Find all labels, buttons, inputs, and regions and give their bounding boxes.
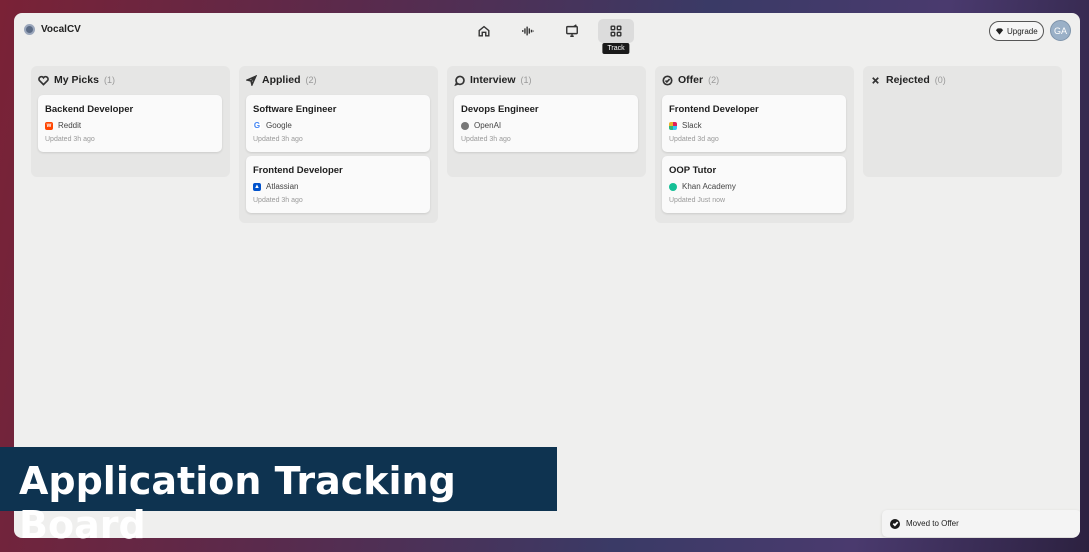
toast-notification: Moved to Offer [882,510,1080,537]
nav-screen[interactable] [554,19,590,43]
upgrade-button[interactable]: Upgrade [989,21,1044,41]
company-name: Google [266,121,292,130]
card-title: Frontend Developer [253,165,343,176]
job-card[interactable]: Frontend Developer Slack Updated 3d ago [662,95,846,152]
nav-track[interactable]: Track [598,19,634,54]
column-title: Rejected [886,74,930,86]
card-updated: Updated Just now [669,197,726,204]
brand[interactable]: VocalCV [24,24,81,35]
card-company: w Reddit [45,121,81,130]
column-count: (1) [520,75,532,85]
waveform-icon [522,26,534,36]
card-title: Devops Engineer [461,104,539,115]
toast-text: Moved to Offer [906,519,959,528]
column-title: Applied [262,74,301,86]
heart-icon [38,75,49,86]
column-count: (2) [708,75,720,85]
chat-bubble-icon [454,75,465,86]
openai-logo-icon [461,121,469,130]
logo-icon [24,24,35,35]
column-my-picks: My Picks (1) Backend Developer w Reddit … [31,66,230,177]
card-updated: Updated 3h ago [461,136,511,143]
column-header: Applied (2) [246,74,317,86]
column-header: Rejected (0) [870,74,946,86]
main-nav: Track [466,19,634,54]
column-title: My Picks [54,74,99,86]
nav-tooltip: Track [602,43,630,54]
card-updated: Updated 3h ago [253,197,303,204]
top-bar: VocalCV Track Upgrade GA [14,13,1080,54]
check-circle-icon [662,74,673,86]
card-company: Slack [669,121,702,130]
atlassian-logo-icon: ▲ [253,182,261,191]
column-title: Interview [470,74,516,86]
card-title: Backend Developer [45,104,134,115]
check-icon [890,518,900,529]
column-count: (1) [103,75,115,85]
column-header: Interview (1) [454,74,532,86]
card-company: ▲ Atlassian [253,182,298,191]
job-card[interactable]: Devops Engineer OpenAI Updated 3h ago [454,95,638,152]
column-header: My Picks (1) [38,74,115,86]
card-company: OpenAI [461,121,501,130]
monitor-icon [566,24,578,37]
avatar[interactable]: GA [1050,20,1071,41]
job-card[interactable]: Software Engineer G Google Updated 3h ag… [246,95,430,152]
company-name: Slack [682,121,702,130]
column-title: Offer [678,74,704,86]
caption-banner: Application Tracking Board [0,447,557,547]
job-card[interactable]: OOP Tutor Khan Academy Updated Just now [662,156,846,213]
column-count: (0) [934,75,946,85]
card-updated: Updated 3h ago [253,136,303,143]
column-interview: Interview (1) Devops Engineer OpenAI Upd… [447,66,646,177]
company-name: Reddit [58,121,82,130]
job-card[interactable]: Frontend Developer ▲ Atlassian Updated 3… [246,156,430,213]
card-updated: Updated 3d ago [669,136,719,143]
card-title: Software Engineer [253,104,337,115]
company-name: Atlassian [266,182,299,191]
app-name: VocalCV [41,24,81,35]
company-name: OpenAI [474,121,502,130]
grid-icon [610,25,622,37]
nav-voice[interactable] [510,19,546,43]
caption-text: Application Tracking Board [19,459,456,547]
job-card[interactable]: Backend Developer w Reddit Updated 3h ag… [38,95,222,152]
company-name: Khan Academy [682,182,736,191]
column-rejected: Rejected (0) [863,66,1062,177]
close-icon [872,76,879,84]
send-icon [246,74,257,86]
card-title: OOP Tutor [669,165,717,176]
column-header: Offer (2) [662,74,719,86]
slack-logo-icon [669,121,677,130]
card-title: Frontend Developer [669,104,759,115]
home-icon [478,25,490,37]
column-offer: Offer (2) Frontend Developer Slack Updat… [655,66,854,223]
google-logo-icon: G [253,121,261,130]
diamond-icon [995,27,1004,35]
upgrade-label: Upgrade [1007,26,1038,36]
reddit-logo-icon: w [45,121,53,130]
khan-academy-logo-icon [669,182,677,191]
card-company: G Google [253,121,292,130]
nav-home[interactable] [466,19,502,43]
card-company: Khan Academy [669,182,736,191]
column-applied: Applied (2) Software Engineer G Google U… [239,66,438,223]
card-updated: Updated 3h ago [45,136,95,143]
column-count: (2) [305,75,317,85]
